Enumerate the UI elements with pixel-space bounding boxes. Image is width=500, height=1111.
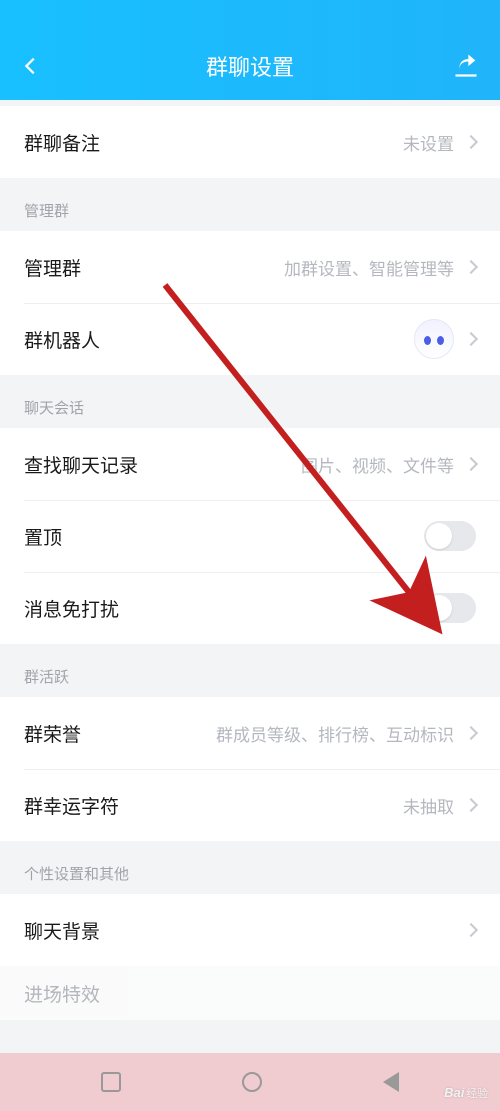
- row-value: 加群设置、智能管理等: [81, 255, 460, 280]
- other-section: 聊天背景: [0, 894, 500, 966]
- row-group-bot[interactable]: 群机器人: [0, 303, 500, 375]
- row-entrance-effect[interactable]: 进场特效: [0, 966, 500, 1020]
- page-title: 群聊设置: [20, 50, 480, 82]
- row-value: 未设置: [100, 130, 460, 155]
- row-label: 群幸运字符: [24, 792, 119, 819]
- row-label: 群荣誉: [24, 720, 81, 747]
- row-label: 群机器人: [24, 326, 100, 353]
- row-chat-background[interactable]: 聊天背景: [0, 894, 500, 966]
- active-section: 群荣誉 群成员等级、排行榜、互动标识 群幸运字符 未抽取: [0, 697, 500, 841]
- row-group-remark[interactable]: 群聊备注 未设置: [0, 106, 500, 178]
- pin-toggle[interactable]: [424, 521, 476, 551]
- nav-recent-icon[interactable]: [101, 1072, 121, 1092]
- row-label: 聊天背景: [24, 917, 100, 944]
- chevron-right-icon: [464, 135, 478, 149]
- chat-section: 查找聊天记录 图片、视频、文件等 置顶 消息免打扰: [0, 428, 500, 644]
- row-value: 群成员等级、排行榜、互动标识: [81, 721, 460, 746]
- manage-section: 管理群 加群设置、智能管理等 群机器人: [0, 231, 500, 375]
- row-label: 管理群: [24, 254, 81, 281]
- nav-back-icon[interactable]: [383, 1072, 399, 1092]
- section-header-active: 群活跃: [0, 644, 500, 697]
- chevron-right-icon: [464, 798, 478, 812]
- chevron-right-icon: [464, 923, 478, 937]
- android-nav-bar: Bai经验: [0, 1053, 500, 1111]
- row-lucky-char[interactable]: 群幸运字符 未抽取: [0, 769, 500, 841]
- row-label: 查找聊天记录: [24, 451, 138, 478]
- chevron-right-icon: [464, 457, 478, 471]
- row-do-not-disturb[interactable]: 消息免打扰: [0, 572, 500, 644]
- row-label: 群聊备注: [24, 129, 100, 156]
- chevron-right-icon: [464, 726, 478, 740]
- row-label: 进场特效: [24, 980, 100, 1007]
- watermark: Bai经验: [444, 1085, 488, 1101]
- nav-home-icon[interactable]: [242, 1072, 262, 1092]
- section-header-manage: 管理群: [0, 178, 500, 231]
- share-button[interactable]: [452, 51, 480, 84]
- row-manage-group[interactable]: 管理群 加群设置、智能管理等: [0, 231, 500, 303]
- row-label: 置顶: [24, 523, 62, 550]
- row-pin-top[interactable]: 置顶: [0, 500, 500, 572]
- bot-avatar-icon: [414, 319, 454, 359]
- back-button[interactable]: [20, 54, 42, 82]
- row-search-history[interactable]: 查找聊天记录 图片、视频、文件等: [0, 428, 500, 500]
- row-group-honor[interactable]: 群荣誉 群成员等级、排行榜、互动标识: [0, 697, 500, 769]
- row-value: 未抽取: [119, 793, 460, 818]
- row-value: 图片、视频、文件等: [138, 452, 460, 477]
- chevron-right-icon: [464, 260, 478, 274]
- header-bar: 群聊设置: [0, 0, 500, 100]
- group-remark-section: 群聊备注 未设置: [0, 106, 500, 178]
- chevron-right-icon: [464, 332, 478, 346]
- section-header-chat: 聊天会话: [0, 375, 500, 428]
- dnd-toggle[interactable]: [424, 593, 476, 623]
- section-header-other: 个性设置和其他: [0, 841, 500, 894]
- row-label: 消息免打扰: [24, 595, 119, 622]
